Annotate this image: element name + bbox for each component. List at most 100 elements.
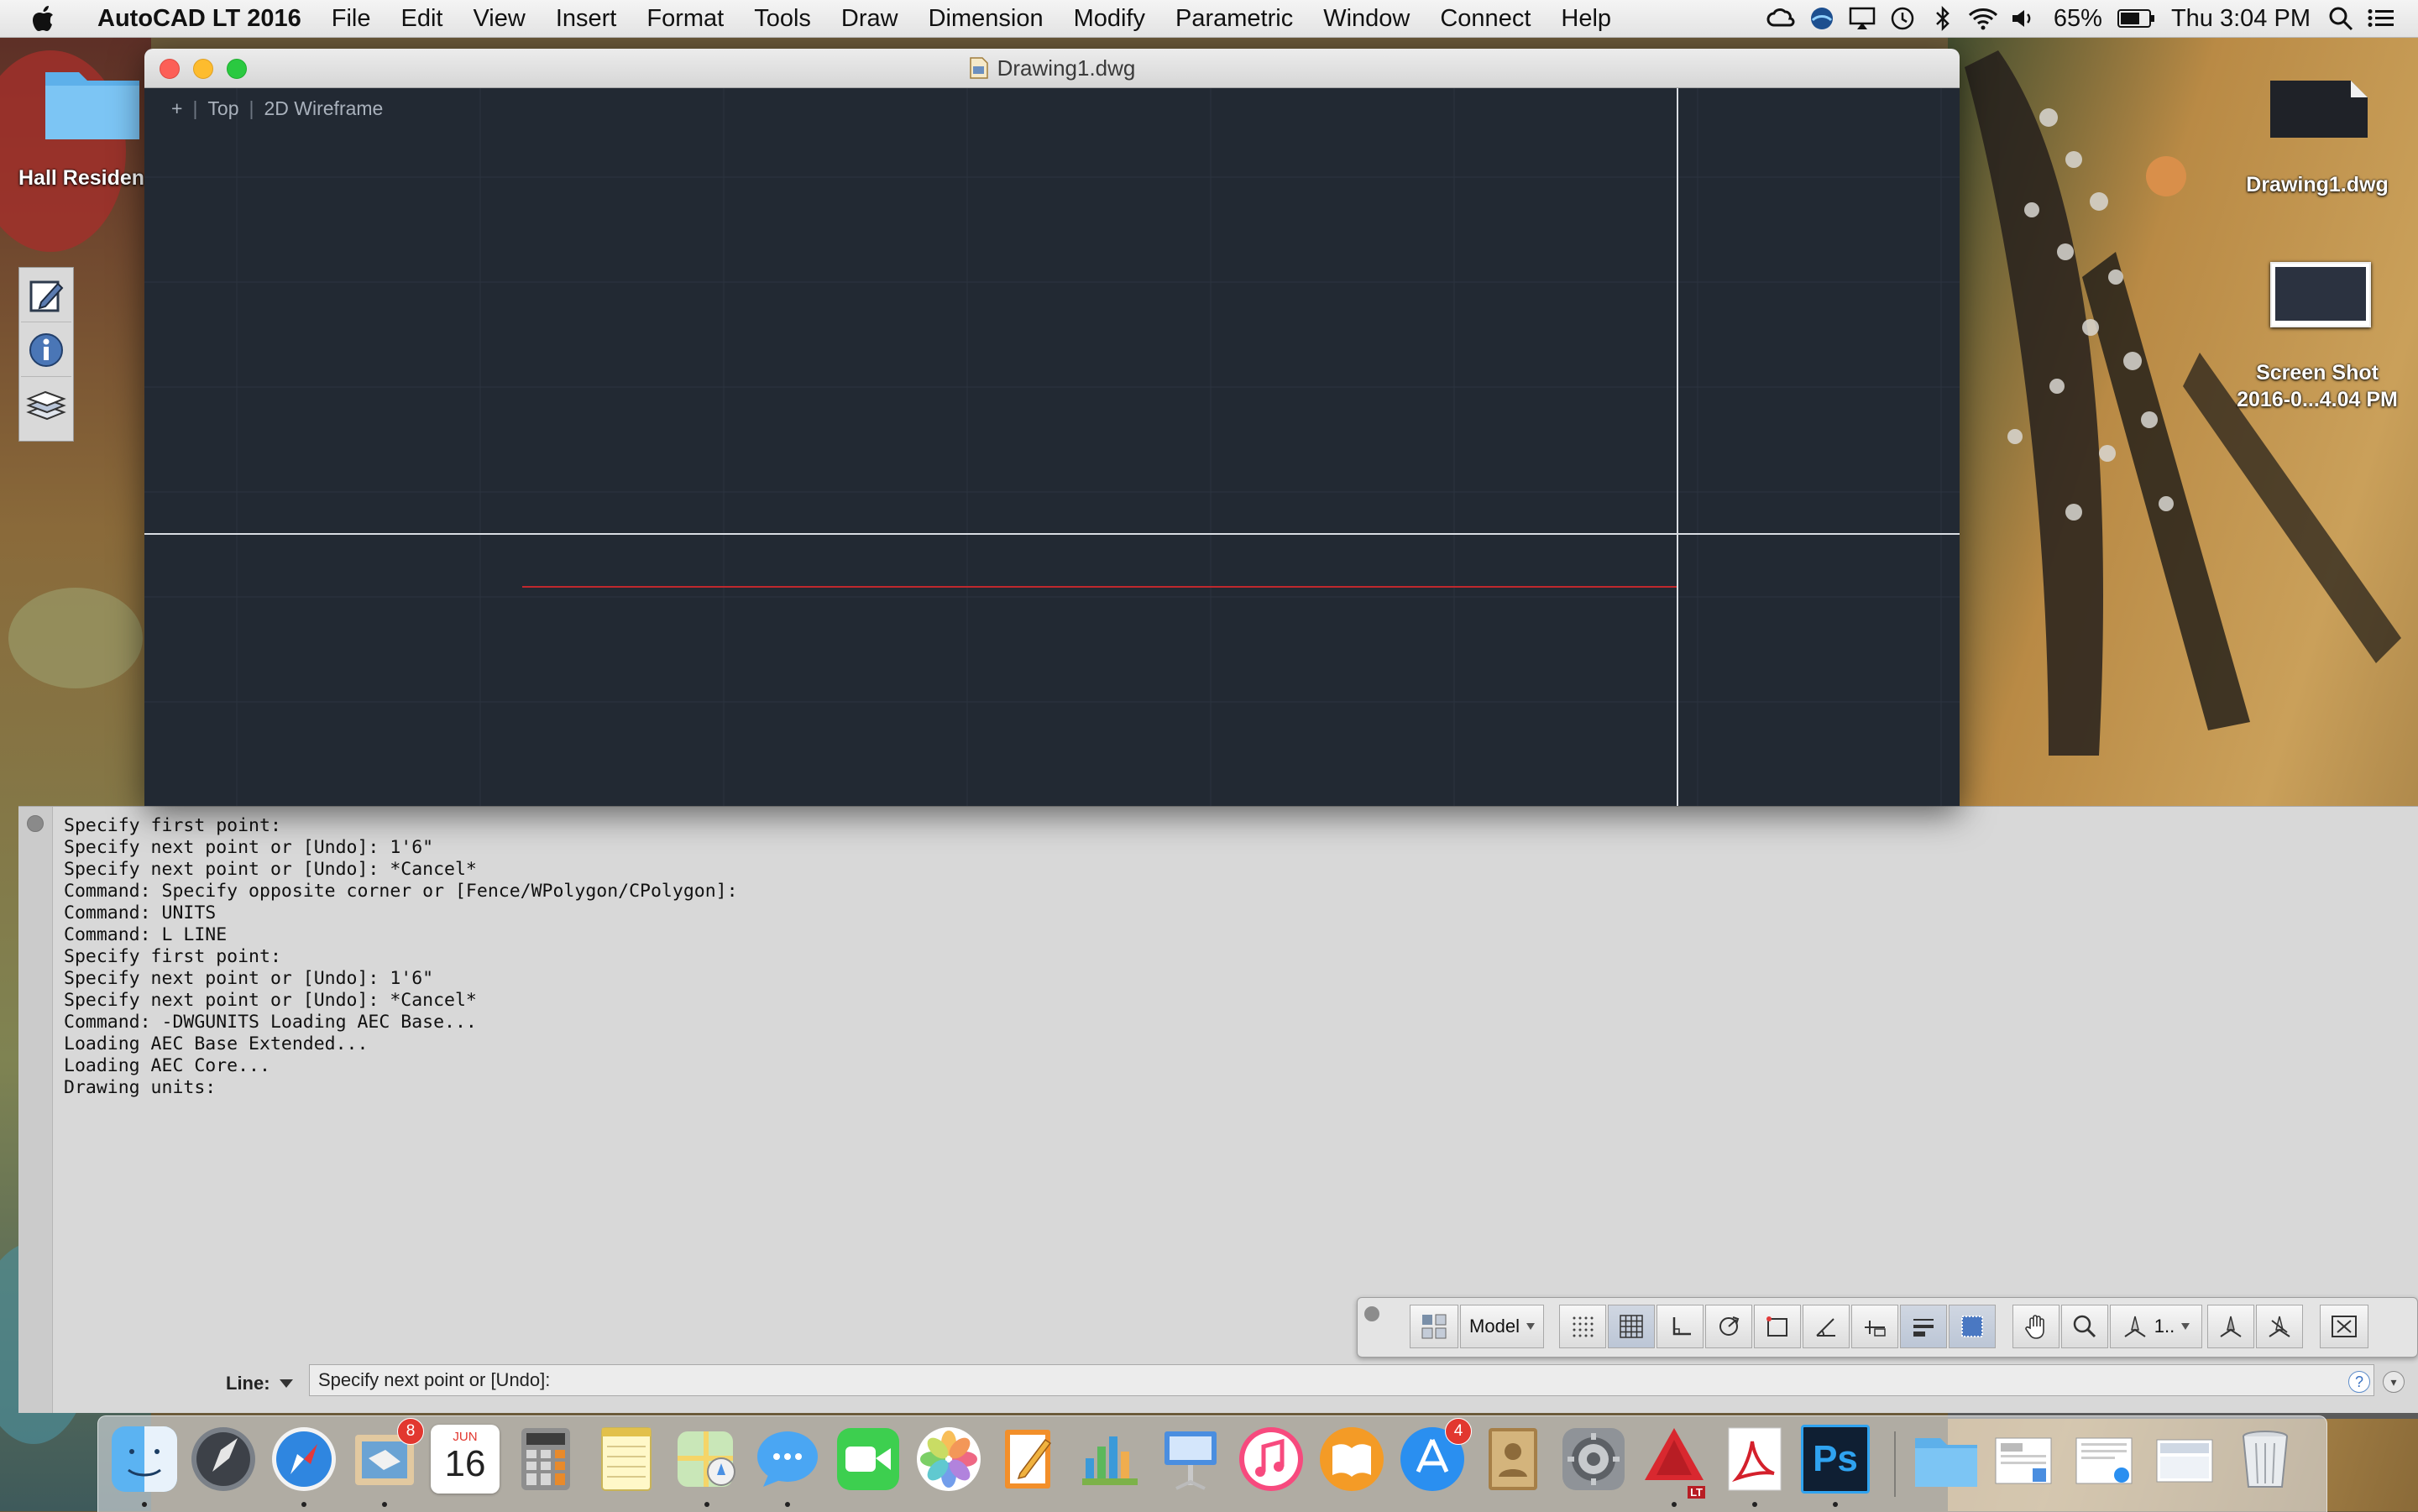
screenshots-stack-icon[interactable] (2150, 1425, 2219, 1494)
itunes-app-icon[interactable] (1237, 1425, 1306, 1494)
command-expand-icon[interactable]: ▾ (2383, 1371, 2405, 1393)
airplay-icon[interactable] (1845, 4, 1879, 33)
safari-app-icon[interactable] (270, 1425, 338, 1494)
window-close-button[interactable] (160, 59, 180, 79)
numbers-app-icon[interactable] (1076, 1425, 1144, 1494)
command-panel-handle[interactable] (18, 807, 53, 1413)
desktop-folder-label[interactable]: Hall Residen (18, 166, 144, 191)
desktop-dwg-file-icon[interactable] (2267, 77, 2371, 145)
wifi-icon[interactable] (1966, 4, 2000, 33)
grid-display-icon[interactable] (1608, 1305, 1655, 1348)
maps-app-icon[interactable] (673, 1425, 741, 1494)
trash-icon[interactable] (2231, 1425, 2300, 1494)
menu-view[interactable]: View (458, 5, 540, 33)
sync-globe-icon[interactable] (1805, 4, 1839, 33)
auto-scale-icon[interactable] (2256, 1305, 2303, 1348)
viewport-menu-button[interactable]: + (163, 97, 191, 120)
time-machine-icon[interactable] (1886, 4, 1919, 33)
autocad-lt-app-icon[interactable]: LT (1640, 1425, 1709, 1499)
calendar-month: JUN (453, 1430, 478, 1444)
menu-window[interactable]: Window (1308, 5, 1425, 33)
menu-edit[interactable]: Edit (386, 5, 458, 33)
desktop-folder-icon[interactable] (42, 59, 143, 147)
desktop-screenshot-thumbnail[interactable] (2270, 262, 2371, 327)
desktop-dwg-file-label[interactable]: Drawing1.dwg (2242, 173, 2393, 197)
layout-switcher-icon[interactable] (1410, 1305, 1458, 1348)
spotlight-search-icon[interactable] (2324, 4, 2358, 33)
menu-draw[interactable]: Draw (826, 5, 913, 33)
menu-connect[interactable]: Connect (1425, 5, 1546, 33)
menu-clock[interactable]: Thu 3:04 PM (2161, 5, 2321, 33)
mail-badge: 8 (397, 1418, 424, 1445)
lineweight-icon[interactable] (1900, 1305, 1947, 1348)
ibooks-app-icon[interactable] (1317, 1425, 1386, 1494)
volume-icon[interactable] (2007, 4, 2040, 33)
zoom-icon[interactable] (2061, 1305, 2108, 1348)
messages-app-icon[interactable] (753, 1425, 822, 1494)
calendar-day: 16 (444, 1443, 486, 1484)
pages-app-icon[interactable] (995, 1425, 1064, 1494)
menu-help[interactable]: Help (1546, 5, 1626, 33)
calendar-app-icon[interactable]: JUN 16 (431, 1425, 500, 1494)
notification-center-icon[interactable] (2364, 4, 2398, 33)
info-icon[interactable] (21, 324, 71, 377)
drawing-canvas[interactable] (144, 88, 1960, 806)
menu-insert[interactable]: Insert (541, 5, 632, 33)
recent-documents-stack-icon[interactable] (2070, 1425, 2138, 1494)
ortho-mode-icon[interactable] (1656, 1305, 1704, 1348)
menu-dimension[interactable]: Dimension (913, 5, 1059, 33)
facetime-app-icon[interactable] (834, 1425, 903, 1494)
command-input[interactable]: Specify next point or [Undo]: (309, 1364, 2374, 1396)
object-snap-icon[interactable] (1754, 1305, 1801, 1348)
system-preferences-app-icon[interactable] (1559, 1425, 1628, 1494)
photoshop-app-icon[interactable]: Ps (1801, 1425, 1870, 1494)
toolbar-grip[interactable] (1364, 1306, 1379, 1321)
autocad-lt-label: LT (1688, 1486, 1705, 1499)
annotation-scale-dropdown[interactable]: 1.. (2110, 1305, 2202, 1348)
menu-modify[interactable]: Modify (1059, 5, 1160, 33)
window-minimize-button[interactable] (193, 59, 213, 79)
creative-cloud-icon[interactable] (1765, 4, 1798, 33)
autocad-window: Drawing1.dwg + | Top | 2D Wireframe (144, 49, 1960, 806)
desktop-screenshot-label[interactable]: Screen Shot 2016-0...4.04 PM (2216, 359, 2418, 413)
menu-tools[interactable]: Tools (739, 5, 826, 33)
layers-icon[interactable] (21, 379, 71, 431)
apple-menu-icon[interactable] (32, 4, 65, 33)
keynote-app-icon[interactable] (1156, 1425, 1225, 1494)
polar-tracking-icon[interactable] (1705, 1305, 1752, 1348)
documents-folder-stack-icon[interactable] (1912, 1425, 1981, 1494)
contacts-app-icon[interactable] (1479, 1425, 1547, 1494)
panel-grip-dot[interactable] (27, 815, 44, 832)
visual-style-control[interactable]: 2D Wireframe (256, 97, 392, 120)
battery-icon[interactable] (2116, 4, 2158, 33)
bluetooth-icon[interactable] (1926, 4, 1960, 33)
downloads-stack-icon[interactable] (1989, 1425, 2058, 1494)
acrobat-app-icon[interactable] (1720, 1425, 1789, 1494)
battery-percent[interactable]: 65% (2044, 5, 2112, 33)
calculator-app-icon[interactable] (511, 1425, 580, 1494)
window-titlebar[interactable]: Drawing1.dwg (144, 49, 1960, 88)
menu-format[interactable]: Format (631, 5, 739, 33)
snap-mode-icon[interactable] (1559, 1305, 1606, 1348)
command-prompt-label[interactable]: Line: (226, 1373, 294, 1394)
history-line: Loading AEC Core... (64, 1055, 270, 1076)
chevron-down-icon[interactable] (279, 1379, 294, 1389)
launchpad-app-icon[interactable] (189, 1425, 258, 1494)
menu-file[interactable]: File (317, 5, 386, 33)
pan-hand-icon[interactable] (2012, 1305, 2059, 1348)
properties-edit-icon[interactable] (21, 269, 71, 322)
notes-app-icon[interactable] (592, 1425, 661, 1494)
view-cube-control[interactable]: Top (199, 97, 247, 120)
dynamic-input-icon[interactable] (1851, 1305, 1898, 1348)
annotation-visibility-icon[interactable] (2207, 1305, 2254, 1348)
dynamic-ucs-icon[interactable] (1803, 1305, 1850, 1348)
photos-app-icon[interactable] (914, 1425, 983, 1494)
help-icon[interactable]: ? (2348, 1371, 2370, 1393)
menu-parametric[interactable]: Parametric (1160, 5, 1308, 33)
model-space-dropdown[interactable]: Model (1460, 1305, 1544, 1348)
transparency-icon[interactable] (1949, 1305, 1996, 1348)
window-zoom-button[interactable] (227, 59, 247, 79)
finder-app-icon[interactable] (110, 1425, 179, 1494)
menu-app-name[interactable]: AutoCAD LT 2016 (91, 5, 317, 33)
fullscreen-icon[interactable] (2320, 1305, 2368, 1348)
